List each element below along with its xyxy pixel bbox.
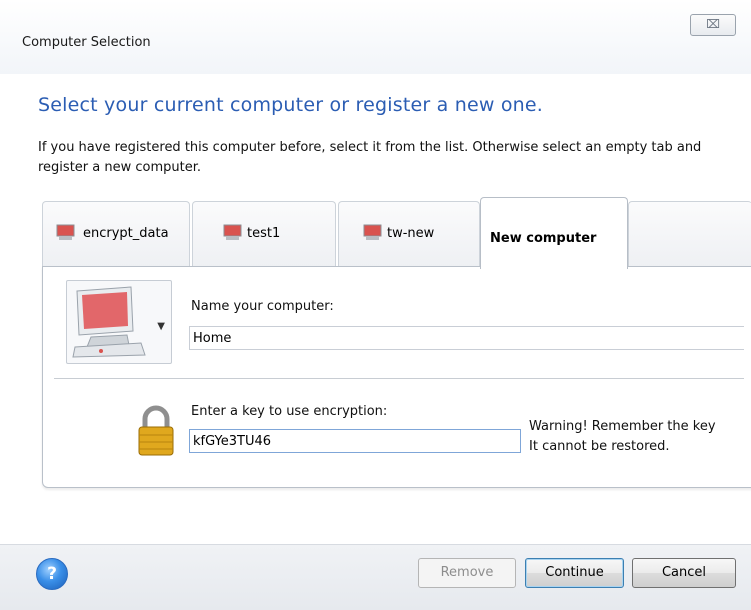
- computer-selection-window: Computer Selection ⌧ Select your current…: [0, 0, 751, 610]
- encryption-key-label: Enter a key to use encryption:: [191, 404, 388, 419]
- page-heading: Select your current computer or register…: [38, 94, 544, 116]
- computer-icon: [72, 286, 146, 358]
- chevron-down-icon: ▼: [157, 321, 165, 332]
- warning-line-1: Warning! Remember the key: [529, 419, 716, 434]
- padlock-icon: [138, 405, 174, 456]
- tab-encrypt-data[interactable]: encrypt_data: [42, 201, 190, 268]
- tab-empty: [628, 201, 751, 268]
- tab-test1[interactable]: test1: [192, 201, 336, 268]
- encryption-key-field[interactable]: kfGYe3TU46: [189, 429, 521, 453]
- warning-text: Warning! Remember the key It cannot be r…: [529, 417, 716, 457]
- tab-new-computer[interactable]: New computer: [480, 197, 628, 269]
- help-button[interactable]: ?: [36, 558, 68, 590]
- tab-tw-new[interactable]: tw-new: [338, 201, 480, 268]
- tab-label: tw-new: [387, 226, 435, 241]
- tab-label: test1: [247, 226, 281, 241]
- monitor-icon: [363, 224, 382, 240]
- computer-name-label: Name your computer:: [191, 299, 334, 314]
- help-icon: ?: [47, 564, 57, 584]
- title-bar: Computer Selection ⌧: [0, 0, 751, 74]
- instructions-text: If you have registered this computer bef…: [38, 140, 702, 175]
- tab-label: encrypt_data: [83, 226, 169, 241]
- close-button[interactable]: ⌧: [690, 14, 736, 36]
- computer-icon-picker[interactable]: ▼: [66, 280, 172, 364]
- tab-label: New computer: [490, 231, 597, 246]
- computer-name-field[interactable]: Home: [189, 326, 744, 350]
- cancel-button[interactable]: Cancel: [632, 558, 736, 588]
- divider: [54, 378, 744, 379]
- window-title: Computer Selection: [22, 35, 151, 50]
- monitor-icon: [223, 224, 242, 240]
- close-icon: ⌧: [706, 17, 720, 31]
- warning-line-2: It cannot be restored.: [529, 439, 670, 454]
- remove-button[interactable]: Remove: [418, 558, 516, 588]
- monitor-icon: [56, 224, 75, 240]
- continue-button[interactable]: Continue: [525, 558, 624, 588]
